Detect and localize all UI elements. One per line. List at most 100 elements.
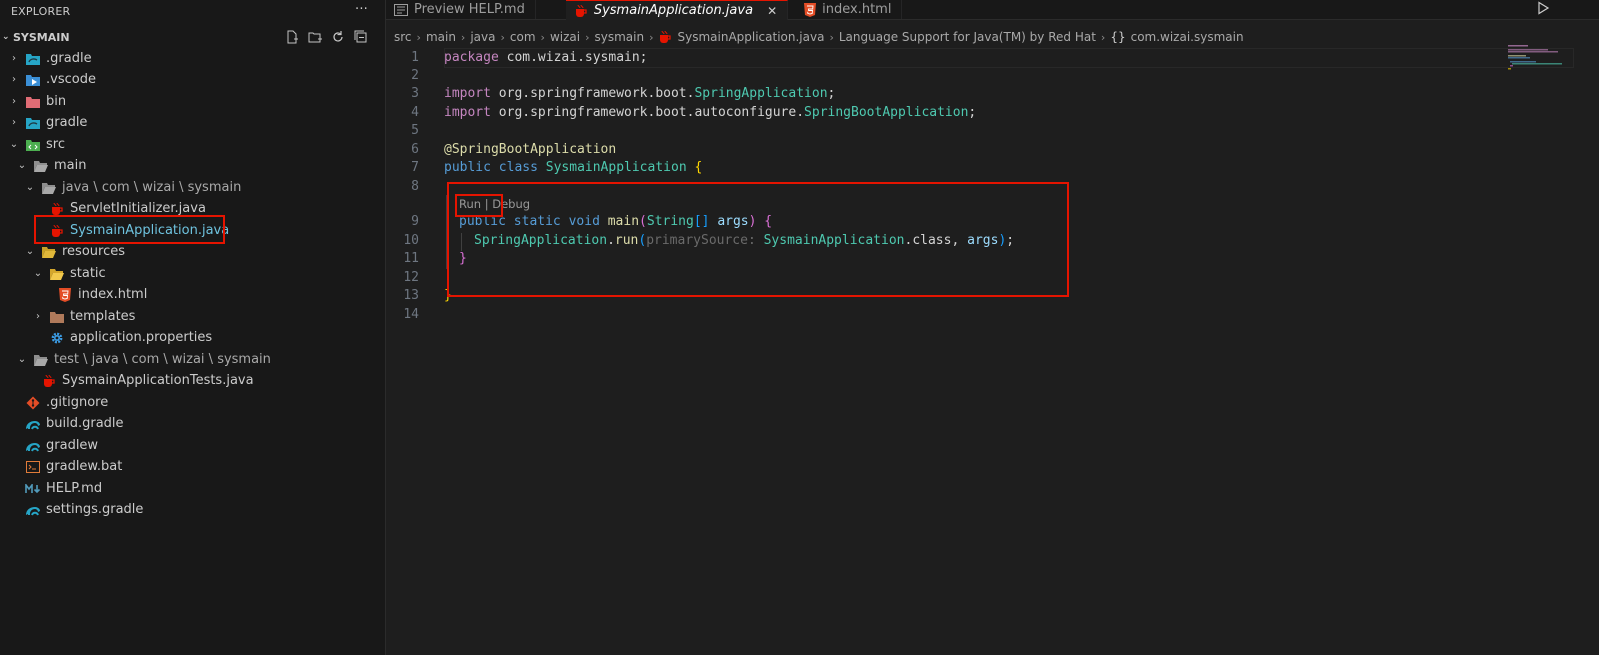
package-name: com.wizai.sysmain; — [498, 49, 648, 65]
chevron-right-icon: › — [649, 30, 654, 44]
java-file-icon — [41, 373, 57, 389]
import-path: org.springframework.boot. — [490, 85, 695, 101]
breadcrumb-item[interactable]: main — [426, 30, 456, 44]
chevron-right-icon: › — [500, 30, 505, 44]
tree-item-static[interactable]: ⌄ static — [31, 263, 106, 284]
tree-item-label: bin — [46, 94, 67, 109]
breadcrumb-item[interactable]: java — [470, 30, 495, 44]
breadcrumb-item[interactable]: Language Support for Java(TM) by Red Hat — [839, 30, 1096, 44]
chevron-right-icon: › — [416, 30, 421, 44]
tree-item-label: src — [46, 137, 65, 152]
chevron-down-icon: ⌄ — [25, 182, 35, 193]
breadcrumb-item[interactable]: com — [510, 30, 536, 44]
tree-item-sysmain-application-tests[interactable]: SysmainApplicationTests.java — [37, 370, 254, 391]
tree-item-label: test \ java \ com \ wizai \ sysmain — [54, 352, 271, 367]
line-number: 7 — [411, 159, 419, 175]
chevron-right-icon: › — [12, 74, 16, 85]
chevron-right-icon: › — [585, 30, 590, 44]
tree-item-src[interactable]: ⌄ src — [7, 134, 65, 155]
gradle-icon — [25, 502, 41, 518]
bin-folder-icon — [25, 94, 41, 110]
tab-label: Preview HELP.md — [414, 2, 525, 17]
keyword: package — [444, 49, 499, 65]
breadcrumb-item[interactable]: wizai — [550, 30, 580, 44]
breadcrumb-item[interactable]: com.wizai.sysmain — [1131, 30, 1244, 44]
breadcrumb-item[interactable]: sysmain — [594, 30, 644, 44]
code-editor[interactable]: 1 package com.wizai.sysmain; 2 3 import … — [386, 47, 1599, 655]
tree-item-gitignore[interactable]: .gitignore — [21, 392, 108, 413]
breadcrumb-item[interactable]: SysmainApplication.java — [677, 30, 824, 44]
type-name: SpringBootApplication — [804, 104, 969, 120]
tree-item-label: static — [70, 266, 106, 281]
line-number: 12 — [403, 269, 419, 285]
folder-open-icon — [33, 158, 49, 174]
tree-item-bin[interactable]: › bin — [7, 91, 66, 112]
chevron-down-icon: ⌄ — [25, 246, 35, 257]
folder-open-icon — [33, 352, 49, 368]
tree-item-label: gradle — [46, 115, 88, 130]
tab-preview-help[interactable]: Preview HELP.md — [386, 0, 536, 19]
tree-item-label: application.properties — [70, 330, 213, 345]
keyword: class — [498, 159, 538, 175]
new-file-icon[interactable] — [284, 26, 300, 48]
tree-item-gradlew[interactable]: gradlew — [21, 435, 98, 456]
more-actions-icon[interactable]: ··· — [355, 2, 368, 17]
tree-item-vscode[interactable]: › .vscode — [7, 69, 96, 90]
minimap[interactable] — [1508, 45, 1568, 75]
tree-item-label: templates — [70, 309, 136, 324]
semicolon: ; — [968, 104, 977, 120]
java-file-icon — [658, 30, 672, 44]
tree-item-help-md[interactable]: HELP.md — [21, 478, 102, 499]
keyword: import — [444, 85, 491, 101]
run-highlight-annotation — [455, 194, 503, 217]
tree-item-java-package[interactable]: ⌄ java \ com \ wizai \ sysmain — [23, 177, 242, 198]
tree-item-build-gradle[interactable]: build.gradle — [21, 413, 124, 434]
keyword: import — [444, 104, 491, 120]
tree-item-settings-gradle[interactable]: settings.gradle — [21, 499, 143, 520]
tab-label: SysmainApplication.java — [593, 3, 754, 18]
new-folder-icon[interactable] — [307, 26, 323, 48]
type-name: SpringApplication — [694, 85, 828, 101]
tree-item-application-properties[interactable]: application.properties — [45, 327, 212, 348]
resources-folder-icon — [41, 244, 57, 260]
line-number: 11 — [403, 250, 419, 266]
tree-item-label: gradle — [50, 51, 92, 66]
tree-item-dot-gradle[interactable]: › .gradle — [7, 48, 92, 69]
refresh-icon[interactable] — [330, 26, 346, 48]
tree-item-index-html[interactable]: index.html — [53, 284, 147, 305]
gradle-icon — [25, 416, 41, 432]
src-folder-icon — [25, 137, 41, 153]
highlight-annotation — [34, 215, 225, 244]
git-icon — [25, 395, 41, 411]
line-number: 6 — [411, 141, 419, 157]
tree-item-label: settings.gradle — [46, 502, 144, 517]
line-number: 5 — [411, 122, 419, 138]
editor-tabs: Preview HELP.md SysmainApplication.java … — [386, 0, 1599, 20]
collapse-all-icon[interactable] — [353, 26, 369, 48]
tree-item-resources[interactable]: ⌄ resources — [23, 241, 125, 262]
tree-item-test-package[interactable]: ⌄ test \ java \ com \ wizai \ sysmain — [15, 349, 271, 370]
tree-item-label: SysmainApplicationTests.java — [62, 373, 254, 388]
line-number: 4 — [411, 104, 419, 120]
breadcrumb-item[interactable]: src — [394, 30, 412, 44]
chevron-right-icon: › — [460, 30, 466, 44]
tree-item-main[interactable]: ⌄ main — [15, 155, 87, 176]
tab-index-html[interactable]: index.html — [796, 0, 903, 19]
class-name: SysmainApplication — [545, 159, 687, 175]
run-icon[interactable] — [1536, 1, 1550, 19]
html5-icon — [804, 2, 817, 17]
tab-sysmain-application[interactable]: SysmainApplication.java ✕ — [565, 0, 789, 20]
close-icon[interactable]: ✕ — [767, 4, 777, 18]
chevron-down-icon: ⌄ — [33, 268, 43, 279]
tree-item-label: java \ com \ wizai \ sysmain — [62, 180, 242, 195]
chevron-right-icon: › — [12, 117, 16, 128]
tree-item-gradlew-bat[interactable]: gradlew.bat — [21, 456, 122, 477]
chevron-down-icon: ⌄ — [2, 32, 10, 42]
namespace-braces-icon: {} — [1110, 30, 1126, 44]
chevron-down-icon: ⌄ — [9, 139, 19, 150]
tree-item-gradle[interactable]: › gradle — [7, 112, 87, 133]
templates-folder-icon — [49, 309, 65, 325]
tree-item-label: .vscode — [46, 72, 96, 87]
folder-open-icon — [49, 266, 65, 282]
tree-item-templates[interactable]: › templates — [31, 306, 135, 327]
